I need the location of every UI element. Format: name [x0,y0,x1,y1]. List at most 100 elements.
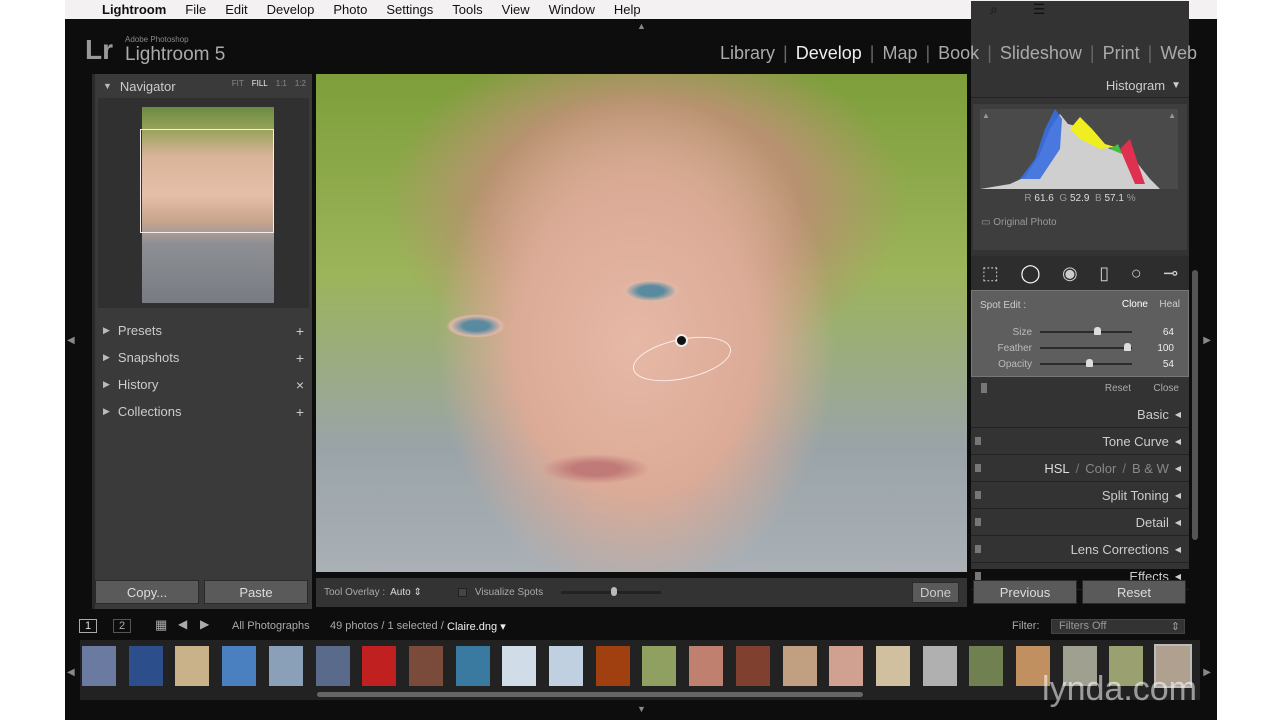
add-collection-icon[interactable]: + [296,404,304,420]
spot-reset-button[interactable]: Reset [1105,383,1131,394]
history-section[interactable]: ▶ History × [95,371,312,398]
main-photo[interactable] [316,74,967,572]
menu-help[interactable]: Help [614,2,641,17]
slider-opacity[interactable]: Opacity 54 [972,357,1188,371]
filmstrip-left-arrow-icon[interactable]: ◀ [67,667,75,678]
collapse-top-arrow-icon[interactable]: ▲ [637,21,646,31]
module-web[interactable]: Web [1152,43,1205,64]
hsl-panel-header[interactable]: HSL / Color / B & W ◀ [971,455,1189,482]
right-panel-toggle-icon[interactable]: ▶ [1203,335,1211,346]
filmstrip-thumbnail[interactable] [875,646,910,686]
clear-history-icon[interactable]: × [296,377,304,393]
filmstrip-thumbnail[interactable] [782,646,817,686]
paste-button[interactable]: Paste [204,580,308,604]
slider-track[interactable] [1040,343,1132,351]
slider-size[interactable]: Size 64 [972,325,1188,339]
module-book[interactable]: Book [930,43,987,64]
left-panel-toggle-icon[interactable]: ◀ [67,335,75,346]
second-window-button[interactable]: 2 [113,619,132,633]
navigator-preview[interactable] [140,107,274,303]
radial-filter-icon[interactable]: ○ [1131,263,1142,284]
clone-mode-button[interactable]: Clone [1122,299,1148,310]
zoom-fit[interactable]: FIT [232,79,244,88]
filmstrip-thumbnail[interactable] [642,646,677,686]
grid-view-icon[interactable]: ▦ [155,617,167,633]
filmstrip-thumbnail[interactable] [408,646,443,686]
module-print[interactable]: Print [1095,43,1148,64]
visualize-spots-checkbox[interactable] [457,588,467,597]
filmstrip-thumbnail[interactable] [222,646,257,686]
zoom-1-2[interactable]: 1:2 [295,79,306,88]
red-eye-tool-icon[interactable]: ◉ [1062,263,1078,284]
add-snapshot-icon[interactable]: + [296,350,304,366]
filmstrip-thumbnail[interactable] [549,646,583,686]
adjustment-brush-icon[interactable]: ⊸ [1163,263,1178,284]
presets-section[interactable]: ▶ Presets + [95,317,312,344]
filmstrip-thumbnail[interactable] [735,646,770,686]
menu-window[interactable]: Window [549,2,595,17]
slider-track[interactable] [1040,327,1132,335]
filmstrip-thumbnail[interactable] [829,646,864,686]
menu-file[interactable]: File [185,2,206,17]
collections-section[interactable]: ▶ Collections + [95,398,312,425]
filmstrip-thumbnail[interactable] [268,646,303,686]
zoom-fill[interactable]: FILL [252,79,268,88]
menu-edit[interactable]: Edit [225,2,247,17]
tool-overlay-select[interactable]: Auto ⇕ [390,587,422,598]
slider-knob[interactable] [1094,327,1102,335]
heal-mode-button[interactable]: Heal [1159,299,1180,310]
split-toning-panel-header[interactable]: Split Toning ◀ [971,482,1189,509]
module-develop[interactable]: Develop [788,43,870,64]
shadow-clipping-icon[interactable]: ▲ [982,111,990,120]
spot-close-button[interactable]: Close [1153,383,1179,394]
spot-pin-icon[interactable] [675,334,688,347]
tone-curve-panel-header[interactable]: Tone Curve ◀ [971,428,1189,455]
menu-photo[interactable]: Photo [333,2,367,17]
filmstrip-scrollbar[interactable] [317,692,863,697]
copy-button[interactable]: Copy... [95,580,199,604]
filename-dropdown[interactable]: Claire.dng ▾ [447,620,506,633]
slider-value[interactable]: 100 [1157,343,1174,354]
spot-removal-tool-icon[interactable]: ◯ [1020,263,1040,284]
filmstrip-thumbnail[interactable] [969,646,1004,686]
menu-tools[interactable]: Tools [452,2,482,17]
slider-knob[interactable] [1085,359,1093,367]
basic-panel-header[interactable]: Basic ◀ [971,401,1189,428]
collapse-bottom-arrow-icon[interactable]: ▼ [637,704,646,714]
add-preset-icon[interactable]: + [296,323,304,339]
highlight-clipping-icon[interactable]: ▲ [1168,111,1176,120]
filmstrip-thumbnail[interactable] [689,646,724,686]
snapshots-section[interactable]: ▶ Snapshots + [95,344,312,371]
filmstrip-thumbnail[interactable] [922,646,957,686]
done-button[interactable]: Done [912,582,959,603]
filmstrip-right-arrow-icon[interactable]: ▶ [1203,667,1211,678]
filmstrip-thumbnail[interactable] [595,646,630,686]
slider-knob[interactable] [1124,343,1132,351]
filmstrip-thumbnail[interactable] [502,646,537,686]
reset-button[interactable]: Reset [1082,580,1186,604]
forward-arrow-icon[interactable]: ▶ [200,617,209,631]
crop-tool-icon[interactable]: ⬚ [982,263,999,284]
back-arrow-icon[interactable]: ◀ [178,617,187,631]
filmstrip-thumbnail[interactable] [455,646,490,686]
slider-track[interactable] [1040,359,1132,367]
filmstrip-thumbnail[interactable] [82,646,116,686]
menu-develop[interactable]: Develop [267,2,315,17]
detail-panel-header[interactable]: Detail ◀ [971,509,1189,536]
slider-knob[interactable] [611,587,618,596]
filmstrip-thumbnail[interactable] [175,646,210,686]
histogram-header[interactable]: Histogram ▼ [971,74,1189,98]
visualize-spots-slider[interactable] [561,587,662,596]
original-photo-toggle[interactable]: ▭ Original Photo [981,217,1057,228]
navigator-viewport-rect[interactable] [140,129,274,233]
menu-view[interactable]: View [502,2,530,17]
filmstrip-source[interactable]: All Photographs [232,620,310,632]
panel-switch-icon[interactable] [981,383,987,393]
slider-value[interactable]: 54 [1163,359,1174,370]
menu-lightroom[interactable]: Lightroom [102,2,166,17]
lens-corrections-panel-header[interactable]: Lens Corrections ◀ [971,536,1189,563]
slider-feather[interactable]: Feather 100 [972,341,1188,355]
previous-button[interactable]: Previous [973,580,1077,604]
module-library[interactable]: Library [712,43,783,64]
right-panel-scrollbar[interactable] [1192,270,1198,540]
